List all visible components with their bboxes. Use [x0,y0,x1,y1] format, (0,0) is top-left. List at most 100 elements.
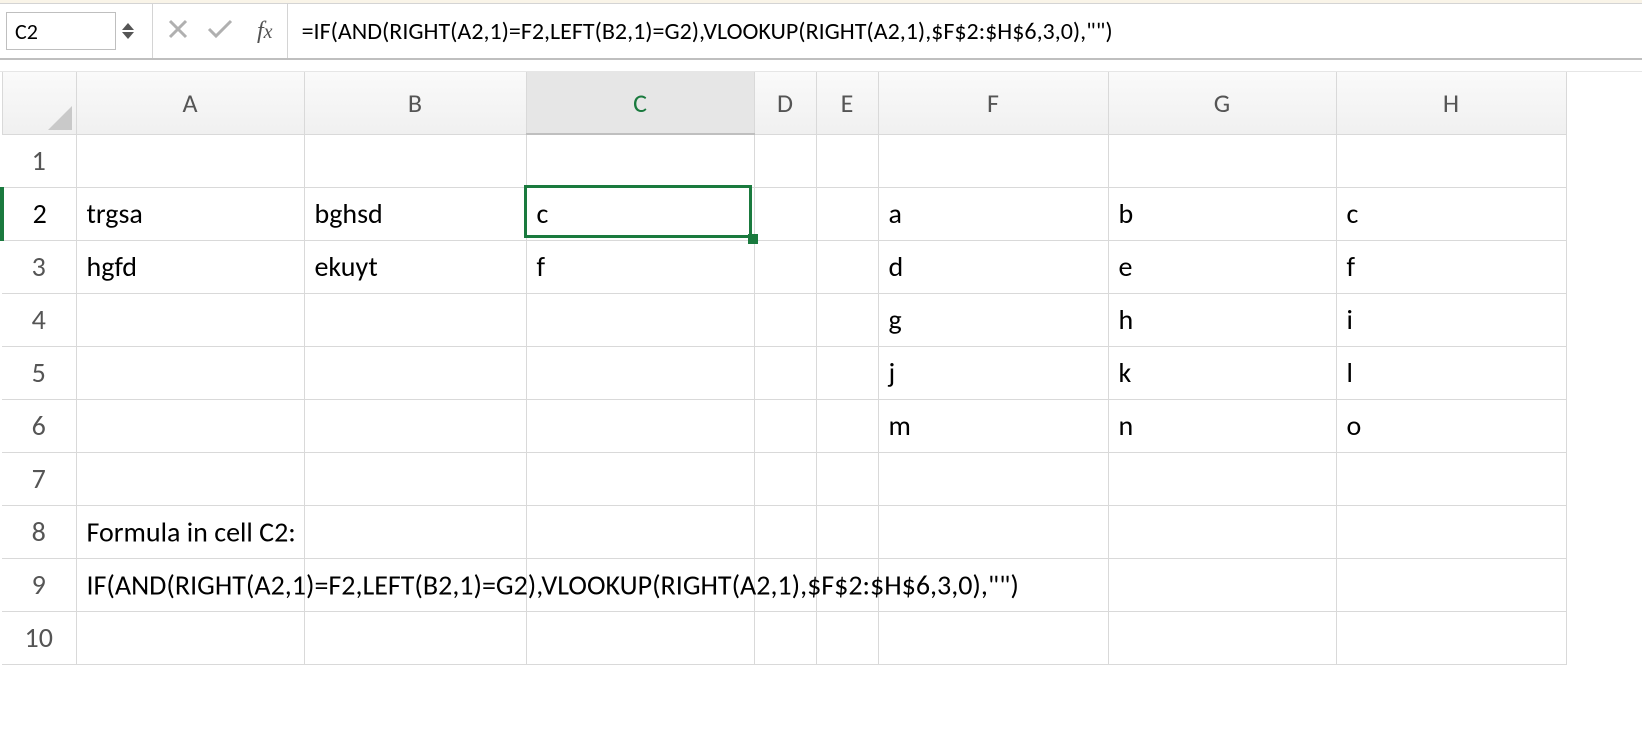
cell-A5[interactable] [76,346,304,399]
cell-F5[interactable]: j [878,346,1108,399]
cell-D10[interactable] [754,611,816,664]
cell-B3[interactable]: ekuyt [304,240,526,293]
cell-F1[interactable] [878,134,1108,187]
row-header-1[interactable]: 1 [2,134,76,187]
col-header-E[interactable]: E [816,72,878,134]
cell-A7[interactable] [76,452,304,505]
cell-F10[interactable] [878,611,1108,664]
cell-D8[interactable] [754,505,816,558]
row-header-10[interactable]: 10 [2,611,76,664]
cell-B10[interactable] [304,611,526,664]
cell-G7[interactable] [1108,452,1336,505]
cell-B6[interactable] [304,399,526,452]
cell-C3[interactable]: f [526,240,754,293]
col-header-A[interactable]: A [76,72,304,134]
cell-E2[interactable] [816,187,878,240]
cell-G2[interactable]: b [1108,187,1336,240]
cancel-icon[interactable] [167,18,189,45]
row-header-4[interactable]: 4 [2,293,76,346]
cell-H3[interactable]: f [1336,240,1566,293]
cell-G4[interactable]: h [1108,293,1336,346]
cell-F3[interactable]: d [878,240,1108,293]
cell-F2[interactable]: a [878,187,1108,240]
cell-B4[interactable] [304,293,526,346]
cell-A1[interactable] [76,134,304,187]
row-header-9[interactable]: 9 [2,558,76,611]
cell-A2[interactable]: trgsa [76,187,304,240]
cell-E10[interactable] [816,611,878,664]
cell-G10[interactable] [1108,611,1336,664]
cell-G9[interactable] [1108,558,1336,611]
cell-E1[interactable] [816,134,878,187]
cell-C5[interactable] [526,346,754,399]
row-header-7[interactable]: 7 [2,452,76,505]
name-box-spinner[interactable] [122,12,140,50]
cell-B5[interactable] [304,346,526,399]
cell-H10[interactable] [1336,611,1566,664]
formula-input[interactable]: =IF(AND(RIGHT(A2,1)=F2,LEFT(B2,1)=G2),VL… [288,4,1642,58]
cell-H1[interactable] [1336,134,1566,187]
cell-B1[interactable] [304,134,526,187]
cell-C8[interactable] [526,505,754,558]
cell-H2[interactable]: c [1336,187,1566,240]
cell-A3[interactable]: hgfd [76,240,304,293]
cell-A9[interactable]: IF(AND(RIGHT(A2,1)=F2,LEFT(B2,1)=G2),VLO… [76,558,304,611]
cell-D4[interactable] [754,293,816,346]
cell-E3[interactable] [816,240,878,293]
cell-H5[interactable]: l [1336,346,1566,399]
cell-G8[interactable] [1108,505,1336,558]
cell-A10[interactable] [76,611,304,664]
cell-C2[interactable]: c [526,187,754,240]
col-header-C[interactable]: C [526,72,754,134]
cell-F8[interactable] [878,505,1108,558]
cell-D7[interactable] [754,452,816,505]
cell-F6[interactable]: m [878,399,1108,452]
col-header-F[interactable]: F [878,72,1108,134]
cell-E6[interactable] [816,399,878,452]
cell-D6[interactable] [754,399,816,452]
cell-D5[interactable] [754,346,816,399]
cell-C7[interactable] [526,452,754,505]
cell-D2[interactable] [754,187,816,240]
cell-D3[interactable] [754,240,816,293]
col-header-G[interactable]: G [1108,72,1336,134]
col-header-D[interactable]: D [754,72,816,134]
cell-G1[interactable] [1108,134,1336,187]
name-box[interactable]: C2 [6,12,116,50]
cell-B8[interactable] [304,505,526,558]
col-header-B[interactable]: B [304,72,526,134]
cell-B7[interactable] [304,452,526,505]
cell-H9[interactable] [1336,558,1566,611]
cell-D1[interactable] [754,134,816,187]
cell-A6[interactable] [76,399,304,452]
fill-handle[interactable] [748,234,758,244]
cell-G6[interactable]: n [1108,399,1336,452]
cell-C4[interactable] [526,293,754,346]
cell-G5[interactable]: k [1108,346,1336,399]
cell-E7[interactable] [816,452,878,505]
row-header-6[interactable]: 6 [2,399,76,452]
cell-C10[interactable] [526,611,754,664]
row-header-3[interactable]: 3 [2,240,76,293]
cell-B2[interactable]: bghsd [304,187,526,240]
fx-label[interactable]: fx [251,18,273,45]
cell-C6[interactable] [526,399,754,452]
cell-G3[interactable]: e [1108,240,1336,293]
cell-E8[interactable] [816,505,878,558]
cell-H7[interactable] [1336,452,1566,505]
cell-H6[interactable]: o [1336,399,1566,452]
row-header-5[interactable]: 5 [2,346,76,399]
cell-H8[interactable] [1336,505,1566,558]
cell-E5[interactable] [816,346,878,399]
cell-C1[interactable] [526,134,754,187]
cell-A4[interactable] [76,293,304,346]
cell-F7[interactable] [878,452,1108,505]
cell-E4[interactable] [816,293,878,346]
row-header-2[interactable]: 2 [2,187,76,240]
row-header-8[interactable]: 8 [2,505,76,558]
check-icon[interactable] [207,18,233,45]
cell-F4[interactable]: g [878,293,1108,346]
col-header-H[interactable]: H [1336,72,1566,134]
cell-H4[interactable]: i [1336,293,1566,346]
cell-A8[interactable]: Formula in cell C2: [76,505,304,558]
